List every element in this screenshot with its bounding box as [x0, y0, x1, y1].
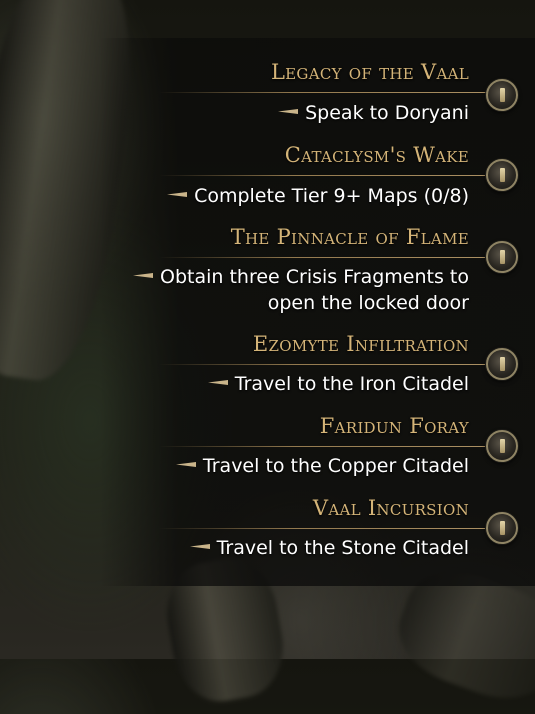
quest-objective: Travel to the Iron Citadel [207, 371, 469, 397]
arrow-bullet-icon [189, 544, 210, 549]
quest-title[interactable]: Faridun Foray [320, 414, 469, 438]
quest-knob-icon[interactable] [486, 512, 518, 544]
quest-title[interactable]: Vaal Incursion [313, 496, 469, 520]
arrow-bullet-icon [278, 109, 299, 114]
quest-knob-icon[interactable] [486, 159, 518, 191]
quest-title[interactable]: Ezomyte Infiltration [253, 332, 469, 356]
quest-title[interactable]: Legacy of the Vaal [271, 60, 469, 84]
quest-knob-icon[interactable] [486, 79, 518, 111]
arrow-bullet-icon [207, 380, 228, 385]
quest-divider [159, 257, 499, 258]
quest-knob-icon[interactable] [486, 241, 518, 273]
quest-knob-icon[interactable] [486, 348, 518, 380]
quest-objective: Travel to the Copper Citadel [175, 453, 469, 479]
quest-title[interactable]: The Pinnacle of Flame [231, 225, 469, 249]
quest-divider [159, 446, 499, 447]
quest-divider [159, 364, 499, 365]
quest-divider [159, 528, 499, 529]
quest-divider [159, 175, 499, 176]
arrow-bullet-icon [175, 462, 196, 467]
quest-objective: Obtain three Crisis Fragments to open th… [132, 264, 469, 316]
quest-objective: Travel to the Stone Citadel [189, 535, 469, 561]
arrow-bullet-icon [167, 192, 188, 197]
quest-objective: Complete Tier 9+ Maps (0/8) [167, 183, 469, 209]
arrow-bullet-icon [132, 273, 153, 278]
quest-knob-icon[interactable] [486, 430, 518, 462]
quest-title[interactable]: Cataclysm's Wake [285, 143, 469, 167]
quest-divider [159, 92, 499, 93]
quest-objective: Speak to Doryani [278, 100, 469, 126]
